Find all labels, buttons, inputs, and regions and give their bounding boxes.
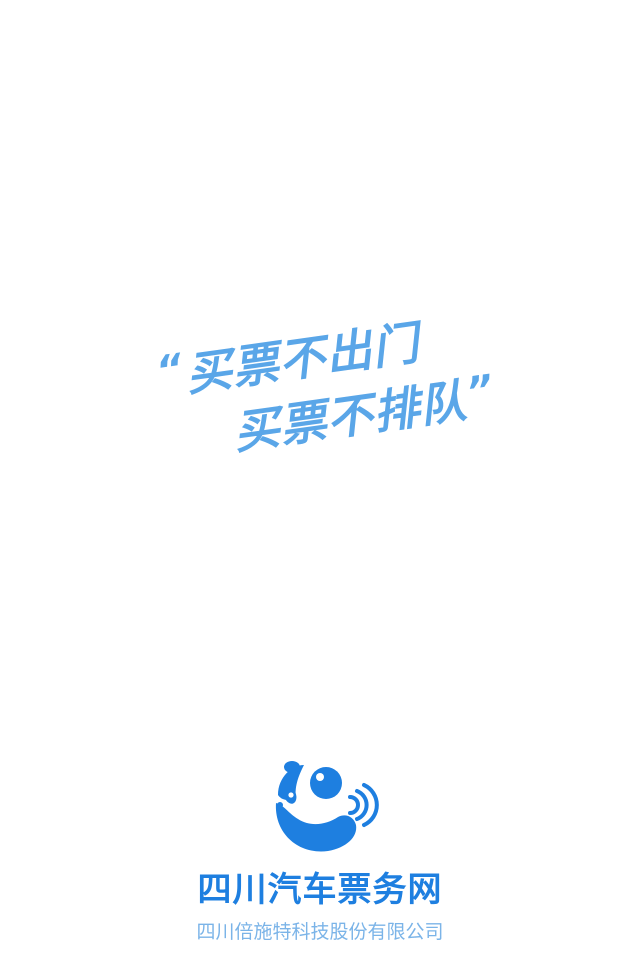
- open-quote: “: [153, 345, 187, 395]
- splash-screen: “买票不出门 买票不排队” 四川汽车票务网 四川倍施特科技股份有限公司: [0, 0, 640, 960]
- close-quote: ”: [464, 366, 498, 416]
- slogan: “买票不出门 买票不排队”: [140, 276, 520, 494]
- panda-signal-logo-icon: [270, 755, 380, 863]
- company-name: 四川倍施特科技股份有限公司: [196, 921, 444, 943]
- brand-block: 四川汽车票务网 四川倍施特科技股份有限公司: [0, 755, 640, 955]
- brand-name: 四川汽车票务网: [197, 870, 443, 910]
